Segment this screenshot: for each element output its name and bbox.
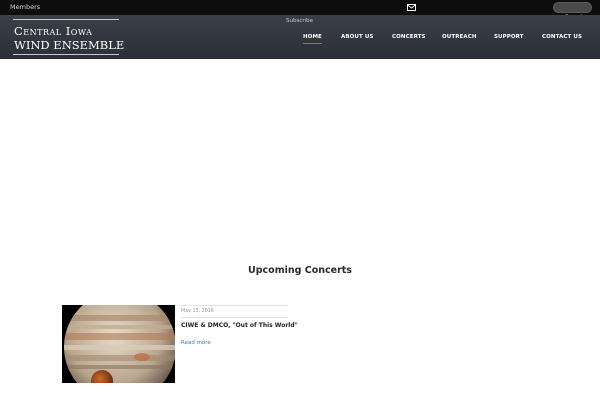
nav-contact-us[interactable]: CONTACT US [542, 34, 582, 40]
nav-outreach[interactable]: OUTREACH [442, 34, 477, 40]
nav-concerts[interactable]: CONCERTS [392, 34, 426, 40]
main-content: Upcoming Concerts May 15, 2016 CIWE & DM… [0, 60, 600, 400]
nav-about-us[interactable]: ABOUT US [341, 34, 373, 40]
nav-support[interactable]: SUPPORT [494, 34, 524, 40]
concert-title[interactable]: CIWE & DMCO, "Out of This World" [181, 322, 298, 329]
section-title-upcoming-concerts: Upcoming Concerts [248, 265, 352, 276]
concert-details: May 15, 2016 CIWE & DMCO, "Out of This W… [181, 305, 298, 348]
concert-image[interactable] [62, 305, 175, 383]
search-box[interactable] [553, 2, 592, 22]
top-utility-bar: Members [0, 0, 600, 22]
mail-icon[interactable] [407, 4, 416, 11]
site-logo[interactable]: Central Iowa WIND ENSEMBLE [13, 19, 124, 55]
subscribe-link[interactable]: Subscribe [286, 18, 313, 24]
nav-home[interactable]: HOME [303, 34, 322, 44]
jupiter-planet-image [62, 305, 175, 383]
site-header: Central Iowa WIND ENSEMBLE Subscribe HOM… [0, 15, 600, 59]
divider [181, 305, 288, 306]
divider [181, 317, 288, 318]
logo-line-1: Central Iowa [14, 24, 93, 38]
read-more-link[interactable]: Read more [181, 340, 211, 346]
concert-date: May 15, 2016 [181, 309, 214, 314]
logo-line-2: WIND ENSEMBLE [14, 38, 125, 52]
members-link[interactable]: Members [10, 3, 40, 11]
